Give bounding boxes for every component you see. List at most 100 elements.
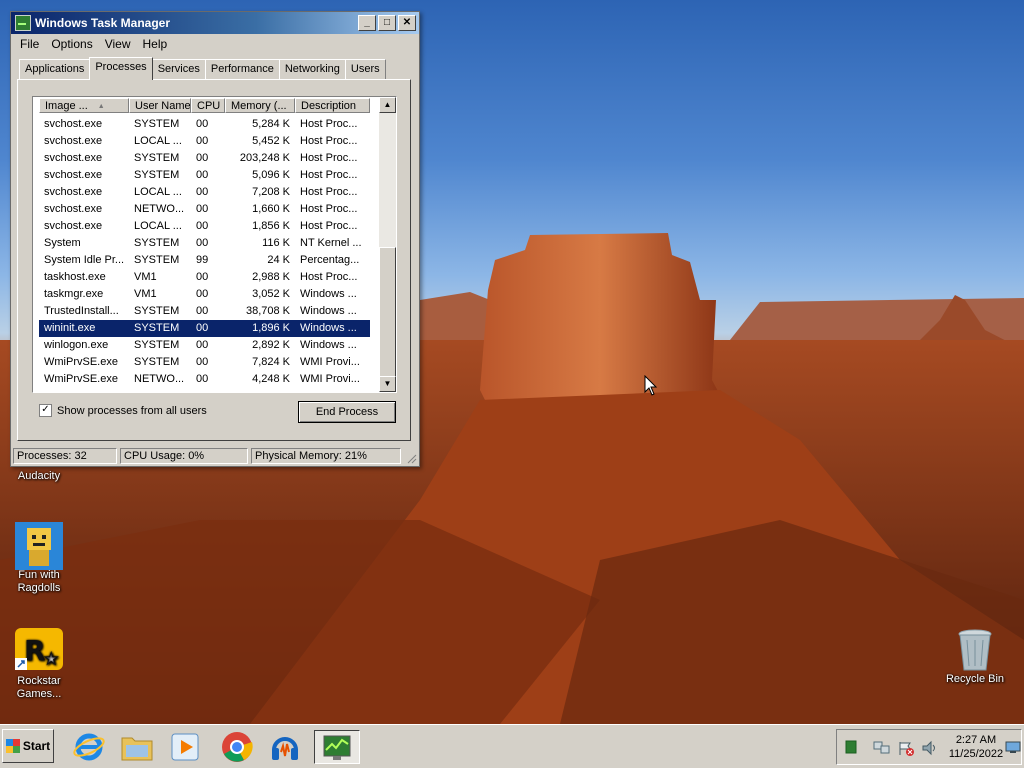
desktop-icon-fun-with-ragdolls[interactable]: Fun with Ragdolls bbox=[4, 522, 74, 595]
column-memory[interactable]: Memory (... bbox=[225, 98, 295, 113]
process-row[interactable]: svchost.exe SYSTEM 00 5,284 K Host Proc... bbox=[39, 116, 370, 133]
cell-image-name: svchost.exe bbox=[44, 220, 103, 232]
menu-view[interactable]: View bbox=[99, 37, 137, 51]
process-row[interactable]: svchost.exe LOCAL ... 00 5,452 K Host Proc..… bbox=[39, 133, 370, 150]
audacity-headphones-icon bbox=[272, 737, 298, 760]
status-cpu-usage: CPU Usage: 0% bbox=[120, 448, 248, 464]
cell-user-name: LOCAL ... bbox=[134, 220, 182, 232]
vertical-scrollbar[interactable]: ▲ ▼ bbox=[379, 97, 396, 392]
tab-performance[interactable]: Performance bbox=[204, 59, 280, 80]
scroll-down-button[interactable]: ▼ bbox=[379, 376, 396, 392]
cell-memory: 5,096 K bbox=[252, 169, 290, 181]
scroll-up-button[interactable]: ▲ bbox=[379, 97, 396, 113]
menu-bar: File Options View Help bbox=[11, 34, 419, 54]
cell-description: Percentag... bbox=[300, 254, 360, 266]
cell-description: Host Proc... bbox=[300, 118, 358, 130]
cell-description: Windows ... bbox=[300, 305, 357, 317]
desktop-icon-audacity[interactable]: Audacity bbox=[4, 470, 74, 483]
minimize-button[interactable]: _ bbox=[358, 15, 376, 31]
menu-options[interactable]: Options bbox=[45, 37, 98, 51]
desktop-icon-recycle-bin[interactable]: Recycle Bin bbox=[940, 626, 1010, 686]
window-title: Windows Task Manager bbox=[35, 16, 171, 30]
cell-cpu: 00 bbox=[196, 203, 209, 215]
process-row[interactable]: svchost.exe NETWO... 00 1,660 K Host Proc... bbox=[39, 201, 370, 218]
tab-services[interactable]: Services bbox=[151, 59, 206, 80]
column-user-name[interactable]: User Name bbox=[129, 98, 191, 113]
process-row[interactable]: WmiPrvSE.exe NETWO... 00 4,248 K WMI Provi..… bbox=[39, 371, 370, 388]
windows-flag-icon bbox=[5, 739, 20, 753]
cell-cpu: 00 bbox=[196, 118, 209, 130]
cell-cpu: 00 bbox=[196, 322, 209, 334]
cell-description: Host Proc... bbox=[300, 271, 358, 283]
resize-grip-icon[interactable] bbox=[405, 452, 417, 464]
scroll-thumb[interactable] bbox=[379, 247, 396, 377]
cell-user-name: LOCAL ... bbox=[134, 186, 182, 198]
cell-memory: 5,452 K bbox=[252, 135, 290, 147]
column-description[interactable]: Description bbox=[295, 98, 370, 113]
cell-description: Host Proc... bbox=[300, 169, 358, 181]
cell-memory: 1,660 K bbox=[252, 203, 290, 215]
tab-users[interactable]: Users bbox=[344, 59, 386, 80]
taskbar-audacity[interactable] bbox=[268, 730, 302, 764]
taskbar-task-manager[interactable] bbox=[314, 730, 360, 764]
status-processes: Processes: 32 bbox=[13, 448, 117, 464]
cell-description: Windows ... bbox=[300, 339, 357, 351]
process-row[interactable]: svchost.exe LOCAL ... 00 7,208 K Host Proc..… bbox=[39, 184, 370, 201]
taskbar-file-explorer[interactable] bbox=[120, 730, 154, 764]
process-row[interactable]: System SYSTEM 00 116 K NT Kernel ... bbox=[39, 235, 370, 252]
process-row[interactable]: TrustedInstall... SYSTEM 00 38,708 K Windows… bbox=[39, 303, 370, 320]
tab-applications[interactable]: Applications bbox=[19, 59, 91, 80]
volume-speaker-icon[interactable] bbox=[921, 740, 939, 756]
process-row[interactable]: WmiPrvSE.exe SYSTEM 00 7,824 K WMI Provi... bbox=[39, 354, 370, 371]
cell-cpu: 00 bbox=[196, 152, 209, 164]
taskbar-internet-explorer[interactable] bbox=[72, 730, 106, 764]
task-manager-window[interactable]: Windows Task Manager _ □ ✕ File Options … bbox=[10, 11, 420, 467]
cell-memory: 116 K bbox=[262, 237, 290, 249]
process-list[interactable]: Image ... User Name CPU Memory (... Desc… bbox=[32, 96, 397, 393]
maximize-button[interactable]: □ bbox=[378, 15, 396, 31]
process-row[interactable]: wininit.exe SYSTEM 00 1,896 K Windows ... bbox=[39, 320, 370, 337]
taskbar-media-player[interactable] bbox=[168, 730, 202, 764]
desktop-icon-rockstar-games[interactable]: R ★ Rockstar Games... bbox=[4, 628, 74, 701]
cell-description: Windows ... bbox=[300, 322, 357, 334]
process-row[interactable]: svchost.exe SYSTEM 00 5,096 K Host Proc... bbox=[39, 167, 370, 184]
start-button[interactable]: Start bbox=[2, 729, 54, 763]
process-row[interactable]: svchost.exe LOCAL ... 00 1,856 K Host Proc..… bbox=[39, 218, 370, 235]
clock-date: 11/25/2022 bbox=[948, 748, 1004, 760]
process-row[interactable]: svchost.exe SYSTEM 00 203,248 K Host Proc... bbox=[39, 150, 370, 167]
cell-description: WMI Provi... bbox=[300, 356, 360, 368]
taskbar-chrome[interactable] bbox=[220, 730, 254, 764]
cell-image-name: svchost.exe bbox=[44, 135, 103, 147]
show-all-users-checkbox[interactable]: ✓ Show processes from all users bbox=[39, 404, 207, 417]
network-icon[interactable] bbox=[873, 740, 891, 756]
green-status-icon[interactable] bbox=[845, 740, 857, 754]
cell-cpu: 99 bbox=[196, 254, 209, 266]
menu-file[interactable]: File bbox=[14, 37, 45, 51]
status-bar: Processes: 32 CPU Usage: 0% Physical Mem… bbox=[13, 448, 417, 464]
tab-processes[interactable]: Processes bbox=[89, 57, 153, 80]
ragdoll-game-icon bbox=[15, 522, 63, 570]
process-row[interactable]: taskhost.exe VM1 00 2,988 K Host Proc... bbox=[39, 269, 370, 286]
cell-user-name: SYSTEM bbox=[134, 322, 180, 334]
tab-networking[interactable]: Networking bbox=[278, 59, 346, 80]
process-row[interactable]: taskmgr.exe VM1 00 3,052 K Windows ... bbox=[39, 286, 370, 303]
show-desktop-icon[interactable] bbox=[1005, 740, 1021, 754]
cell-description: WMI Provi... bbox=[300, 373, 360, 385]
end-process-button[interactable]: End Process bbox=[298, 401, 396, 423]
cell-memory: 1,856 K bbox=[252, 220, 290, 232]
checkbox-check-icon[interactable]: ✓ bbox=[39, 404, 52, 417]
title-bar[interactable]: Windows Task Manager _ □ ✕ bbox=[11, 12, 419, 34]
process-row[interactable]: winlogon.exe SYSTEM 00 2,892 K Windows ... bbox=[39, 337, 370, 354]
clock[interactable]: 2:27 AM 11/25/2022 bbox=[945, 733, 1007, 761]
cell-cpu: 00 bbox=[196, 305, 209, 317]
close-button[interactable]: ✕ bbox=[398, 15, 416, 31]
cell-description: Host Proc... bbox=[300, 135, 358, 147]
action-center-flag-icon[interactable] bbox=[897, 740, 915, 756]
column-cpu[interactable]: CPU bbox=[191, 98, 225, 113]
cell-image-name: taskhost.exe bbox=[44, 271, 106, 283]
menu-help[interactable]: Help bbox=[137, 37, 174, 51]
cell-user-name: SYSTEM bbox=[134, 169, 180, 181]
desktop-icon-label: Audacity bbox=[17, 470, 61, 482]
process-row[interactable]: System Idle Pr... SYSTEM 99 24 K Percentag..… bbox=[39, 252, 370, 269]
column-image-name[interactable]: Image ... bbox=[39, 98, 129, 113]
